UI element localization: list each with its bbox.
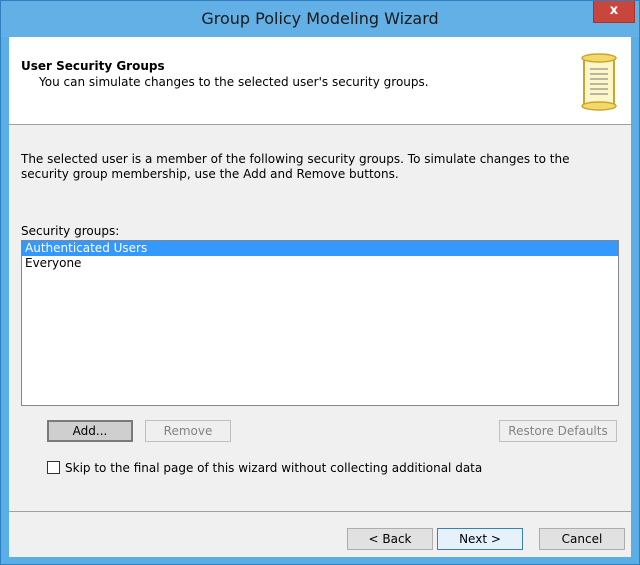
add-button[interactable]: Add...: [47, 420, 133, 442]
skip-checkbox[interactable]: [47, 461, 60, 474]
restore-defaults-button[interactable]: Restore Defaults: [499, 420, 617, 442]
security-groups-list[interactable]: Authenticated Users Everyone: [21, 240, 619, 406]
instructions-text: The selected user is a member of the fol…: [21, 152, 570, 181]
wizard-header: User Security Groups You can simulate ch…: [9, 37, 631, 125]
wizard-body: User Security Groups You can simulate ch…: [9, 37, 631, 557]
back-button[interactable]: < Back: [347, 528, 433, 550]
footer-divider: [9, 511, 631, 512]
wizard-window: Group Policy Modeling Wizard x User Secu…: [0, 0, 640, 565]
close-button[interactable]: x: [593, 1, 635, 23]
list-item[interactable]: Authenticated Users: [22, 241, 618, 256]
list-item[interactable]: Everyone: [22, 256, 618, 271]
scroll-icon: [581, 53, 617, 111]
cancel-button[interactable]: Cancel: [539, 528, 625, 550]
page-subtitle: You can simulate changes to the selected…: [39, 75, 429, 89]
remove-button[interactable]: Remove: [145, 420, 231, 442]
skip-checkbox-label[interactable]: Skip to the final page of this wizard wi…: [65, 461, 482, 475]
page-title: User Security Groups: [21, 59, 165, 73]
title-bar[interactable]: Group Policy Modeling Wizard x: [1, 1, 639, 37]
next-button[interactable]: Next >: [437, 528, 523, 550]
security-groups-label: Security groups:: [21, 224, 120, 238]
window-title: Group Policy Modeling Wizard: [201, 9, 439, 28]
